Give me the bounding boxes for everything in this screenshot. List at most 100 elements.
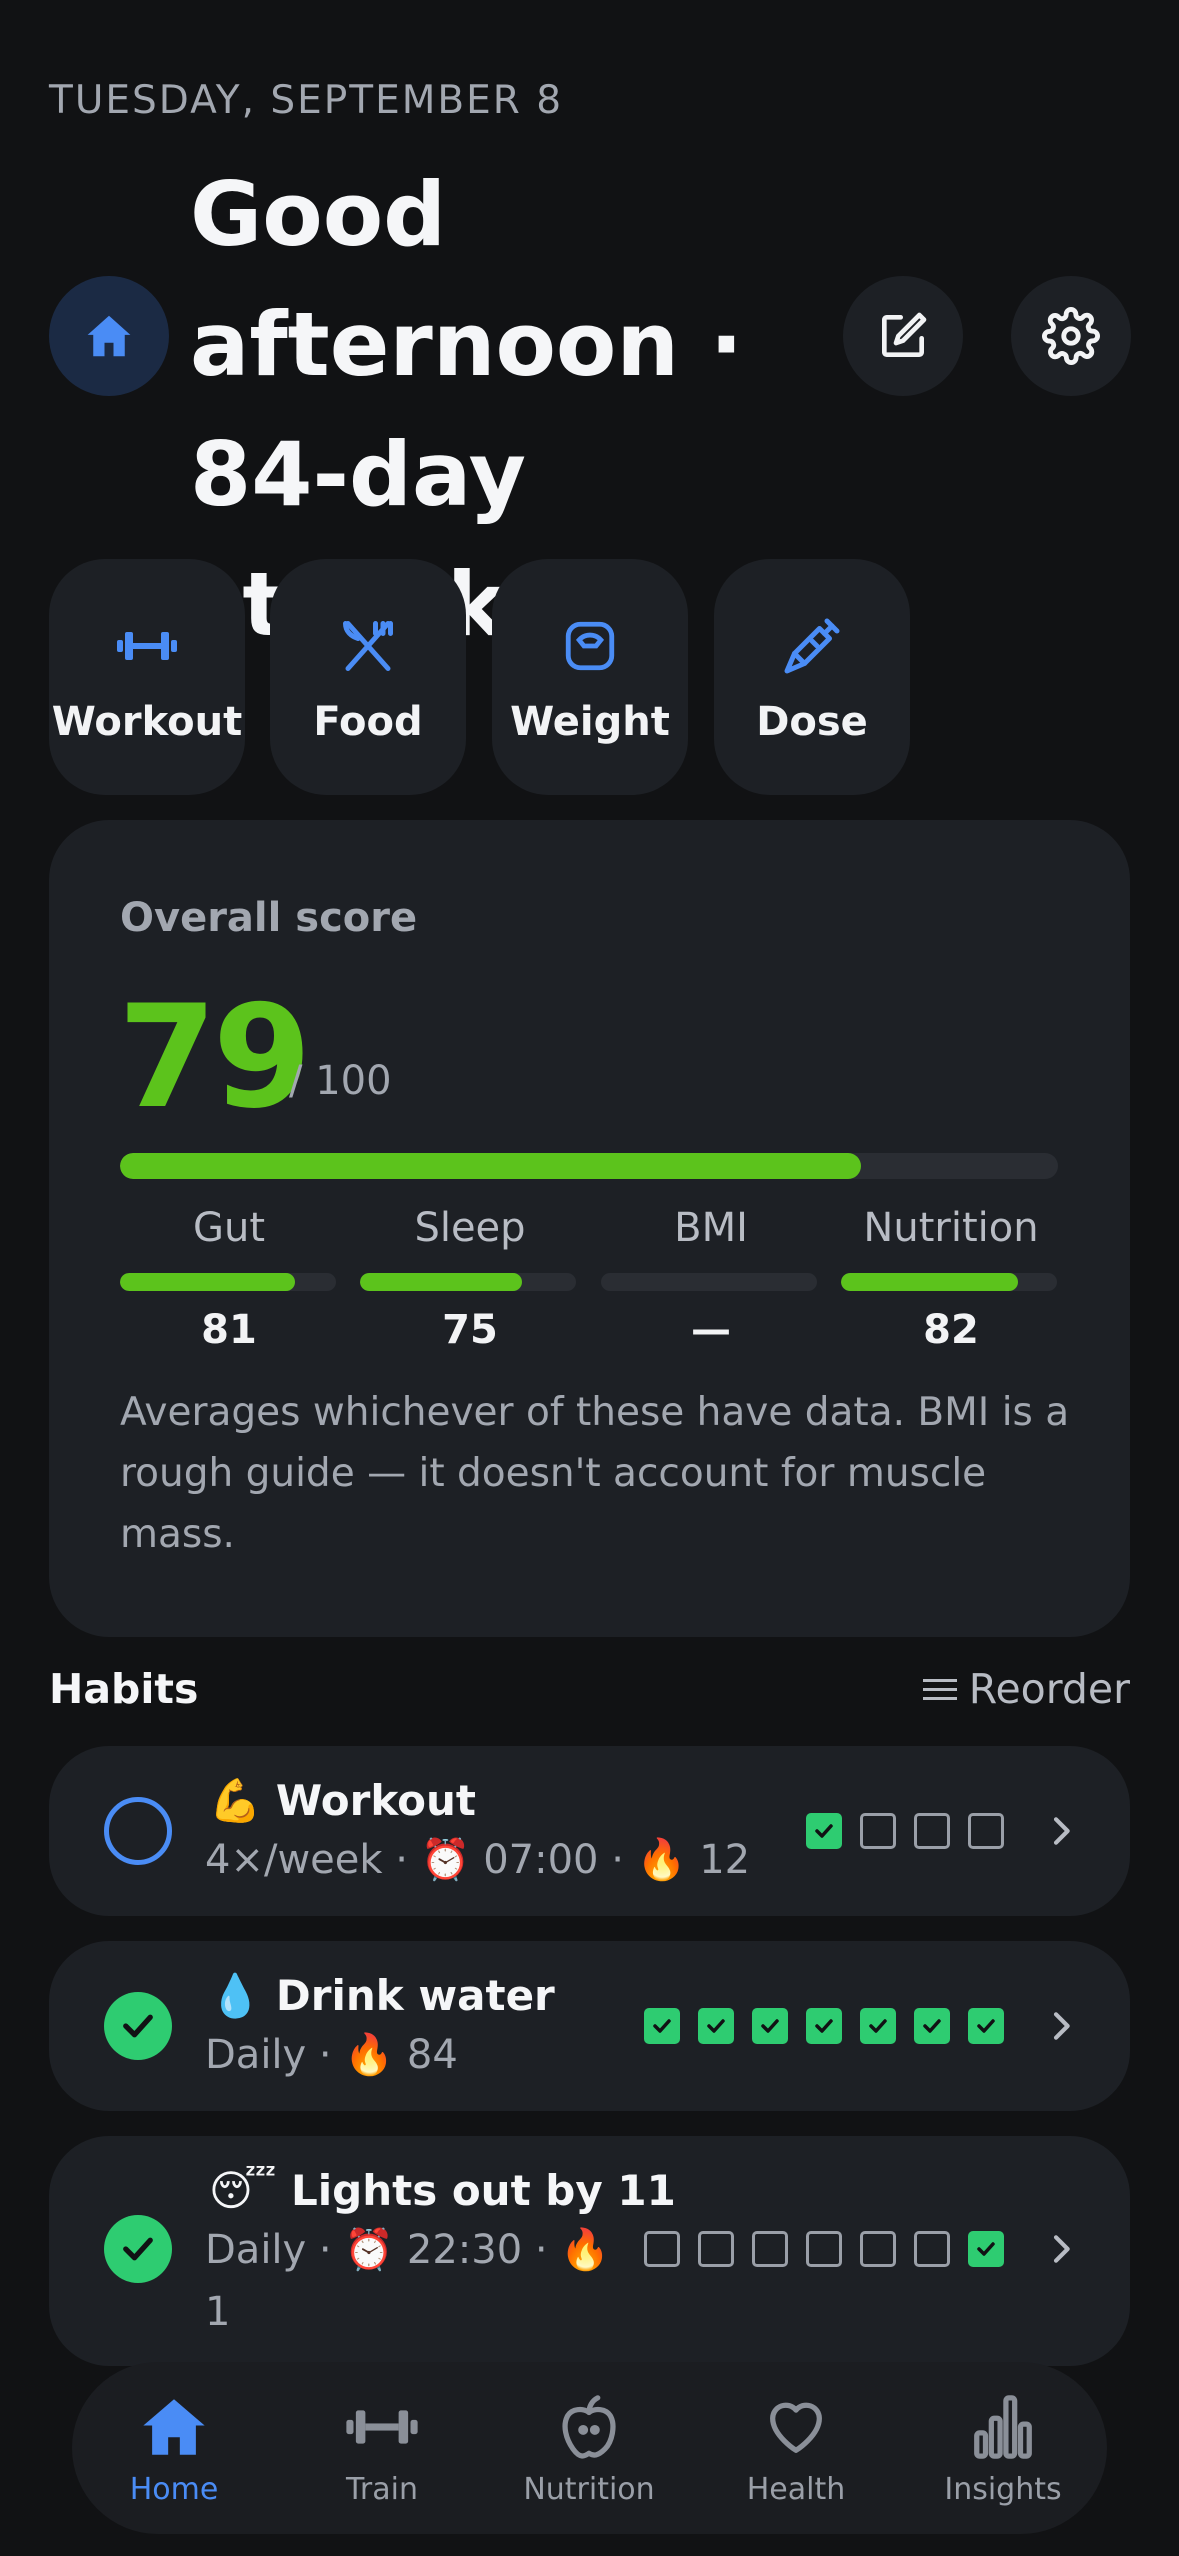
check-icon — [761, 2019, 779, 2033]
day-box-empty — [968, 1813, 1004, 1849]
tab-nutrition[interactable]: Nutrition — [489, 2392, 689, 2507]
day-box-empty — [752, 2231, 788, 2267]
alarm-icon: ⏰ — [420, 1837, 471, 1883]
habit-meta: 4×/week · ⏰ 07:00 · 🔥 12 — [205, 1837, 751, 1883]
check-icon — [977, 2019, 995, 2033]
tab-health[interactable]: Health — [696, 2392, 896, 2507]
habit-name: 💧 Drink water — [209, 1971, 555, 2020]
subscore-fill — [120, 1273, 295, 1291]
day-box-checked — [968, 2231, 1004, 2267]
check-icon — [815, 1824, 833, 1838]
score-title: Overall score — [120, 895, 418, 941]
quick-action-dose[interactable]: Dose — [714, 559, 910, 795]
tab-label: Insights — [944, 2472, 1062, 2507]
tab-train[interactable]: Train — [282, 2392, 482, 2507]
day-box-checked — [914, 2008, 950, 2044]
chevron-right-icon[interactable] — [1041, 2229, 1081, 2269]
quick-action-label: Workout — [51, 699, 243, 745]
habit-name: 💪 Workout — [209, 1776, 476, 1825]
check-icon — [707, 2019, 725, 2033]
habit-name: 😴 Lights out by 11 — [209, 2166, 676, 2215]
subscore-bar-nutrition — [841, 1273, 1057, 1291]
quick-action-workout[interactable]: Workout — [49, 559, 245, 795]
habit-status-toggle[interactable] — [104, 1992, 172, 2060]
chevron-right-icon[interactable] — [1041, 2006, 1081, 2046]
habit-meta: Daily · 🔥 84 — [205, 2032, 458, 2078]
habit-row-workout[interactable]: 💪 Workout 4×/week · ⏰ 07:00 · 🔥 12 — [49, 1746, 1130, 1916]
subscore-label-sleep: Sleep — [414, 1205, 526, 1251]
gear-icon — [1042, 307, 1100, 365]
quick-action-food[interactable]: Food — [270, 559, 466, 795]
quick-action-label: Weight — [510, 699, 670, 745]
subscore-value-nutrition: 82 — [923, 1307, 979, 1353]
chevron-right-icon[interactable] — [1041, 1811, 1081, 1851]
alarm-icon: ⏰ — [344, 2227, 395, 2273]
quick-action-weight[interactable]: Weight — [492, 559, 688, 795]
tab-label: Nutrition — [523, 2472, 655, 2507]
heart-icon — [770, 2402, 822, 2453]
day-box-checked — [806, 1813, 842, 1849]
home-button[interactable] — [49, 276, 169, 396]
day-box-checked — [698, 2008, 734, 2044]
habit-status-toggle[interactable] — [104, 2215, 172, 2283]
check-icon — [123, 2237, 153, 2261]
day-box-checked — [860, 2008, 896, 2044]
bar-chart-icon — [974, 2395, 1032, 2459]
subscore-bar-gut — [120, 1273, 336, 1291]
day-box-empty — [698, 2231, 734, 2267]
apple-icon — [562, 2395, 616, 2459]
tab-label: Home — [129, 2472, 219, 2507]
day-box-empty — [914, 2231, 950, 2267]
day-box-empty — [914, 1813, 950, 1849]
syringe-icon — [784, 618, 840, 674]
score-progress-bar — [120, 1153, 1058, 1179]
scale-icon — [565, 621, 615, 671]
score-denominator: / 100 — [289, 1058, 392, 1104]
day-box-checked — [968, 2008, 1004, 2044]
habit-meta: Daily · ⏰ 22:30 · 🔥 1 — [205, 2227, 611, 2335]
subscore-value-gut: 81 — [201, 1307, 257, 1353]
dumbbell-icon — [117, 632, 177, 660]
fire-icon: 🔥 — [344, 2032, 395, 2078]
quick-action-label: Food — [313, 699, 423, 745]
settings-button[interactable] — [1011, 276, 1131, 396]
day-box-checked — [752, 2008, 788, 2044]
edit-button[interactable] — [843, 276, 963, 396]
day-box-empty — [860, 1813, 896, 1849]
subscore-bar-bmi — [601, 1273, 817, 1291]
tab-label: Train — [346, 2472, 418, 2507]
tab-home[interactable]: Home — [74, 2392, 274, 2507]
day-box-checked — [644, 2008, 680, 2044]
fire-icon: 🔥 — [636, 1837, 687, 1883]
day-box-empty — [644, 2231, 680, 2267]
subscore-value-bmi: — — [691, 1307, 731, 1353]
day-box-empty — [806, 2231, 842, 2267]
subscore-label-gut: Gut — [192, 1205, 266, 1251]
check-icon — [815, 2019, 833, 2033]
check-icon — [123, 2014, 153, 2038]
quick-action-label: Dose — [756, 699, 868, 745]
score-note: Averages whichever of these have data. B… — [120, 1390, 1070, 1557]
subscore-bar-sleep — [360, 1273, 576, 1291]
subscore-fill — [841, 1273, 1019, 1291]
check-icon — [977, 2242, 995, 2256]
habit-status-toggle[interactable] — [104, 1797, 172, 1865]
fire-icon: 🔥 — [560, 2227, 611, 2273]
habit-row-lights-out[interactable]: 😴 Lights out by 11 Daily · ⏰ 22:30 · 🔥 1 — [49, 2136, 1130, 2366]
dumbbell-icon — [346, 2410, 418, 2444]
house-icon — [143, 2399, 205, 2455]
reorder-button[interactable]: Reorder — [922, 1665, 1130, 1713]
day-box-checked — [806, 2008, 842, 2044]
overall-score-card[interactable]: Overall score 79 / 100 Gut Sleep BMI Nut… — [49, 820, 1130, 1637]
tab-bar: Home Train Nutrition Health Insights — [72, 2362, 1107, 2534]
fork-knife-icon — [343, 621, 393, 671]
habit-row-drink-water[interactable]: 💧 Drink water Daily · 🔥 84 — [49, 1941, 1130, 2111]
edit-icon — [882, 312, 927, 357]
subscore-value-sleep: 75 — [442, 1307, 498, 1353]
day-box-empty — [860, 2231, 896, 2267]
tab-insights[interactable]: Insights — [903, 2392, 1103, 2507]
subscore-fill — [360, 1273, 522, 1291]
check-icon — [653, 2019, 671, 2033]
tab-label: Health — [746, 2472, 846, 2507]
subscore-label-nutrition: Nutrition — [863, 1205, 1039, 1251]
